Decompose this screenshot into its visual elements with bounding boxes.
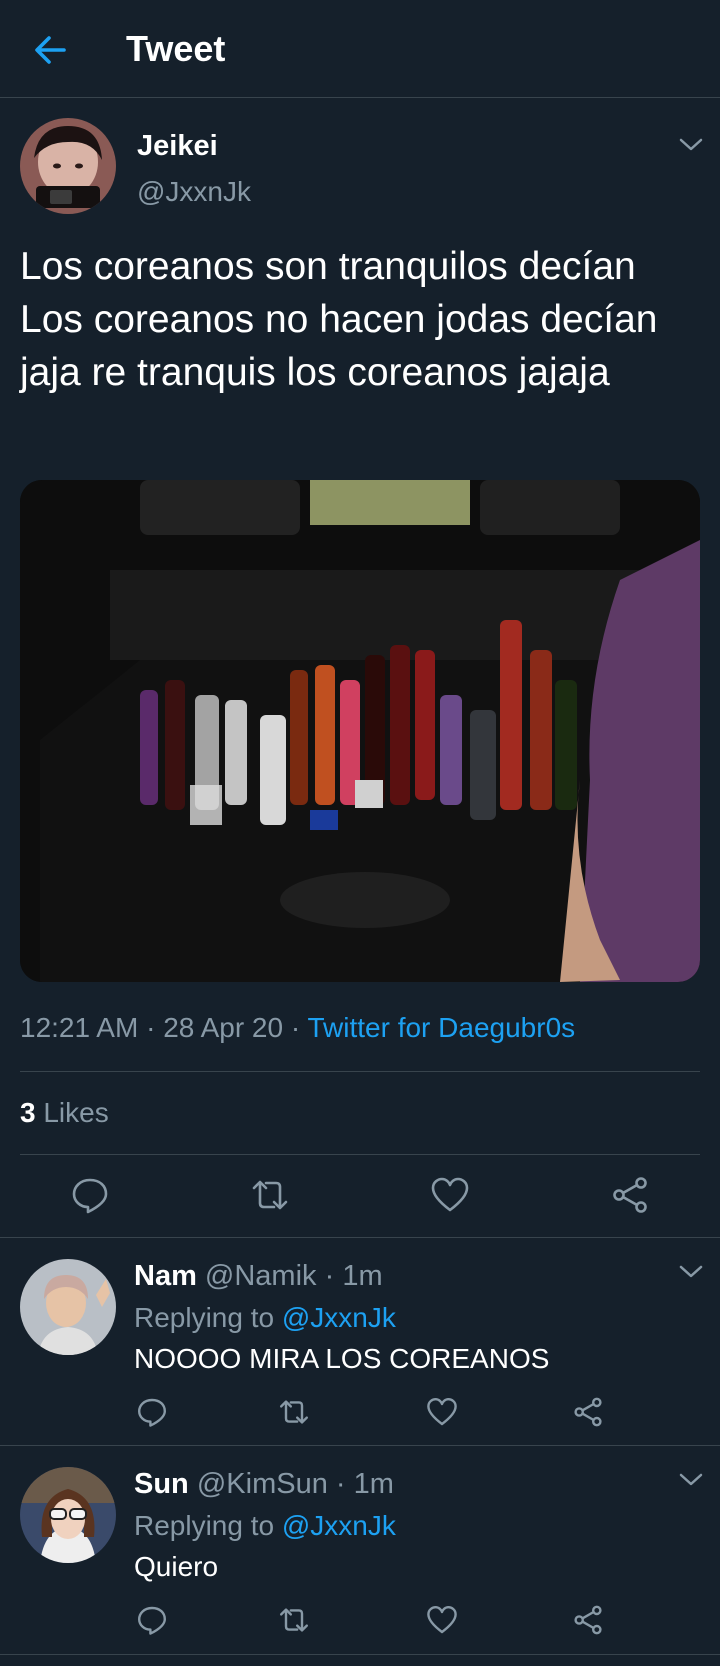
meta-separator: · [324,1260,343,1292]
retweet-icon[interactable] [278,1396,310,1428]
back-arrow-icon[interactable] [30,30,70,70]
chevron-down-icon[interactable] [678,136,704,154]
tweet-text: Los coreanos son tranquilos decían Los c… [20,245,658,394]
mention-link[interactable]: @JxxnJk [282,1510,396,1541]
reply-text: NOOOO MIRA LOS COREANOS [134,1343,550,1374]
replying-prefix: Replying to [134,1302,275,1333]
reply-author-handle[interactable]: @KimSun [197,1468,328,1500]
meta-separator: · [146,1012,164,1043]
reply-icon[interactable] [136,1604,168,1636]
replying-prefix: Replying to [134,1510,275,1541]
tweet-date: 28 Apr 20 [163,1012,284,1043]
tweet-source-link[interactable]: Twitter for Daegubr0s [307,1012,575,1043]
reply-header: Nam @Namik · 1m [134,1260,383,1293]
divider [20,1154,700,1155]
like-icon[interactable] [430,1175,470,1215]
share-icon[interactable] [572,1396,604,1428]
divider [0,1237,720,1238]
retweet-icon[interactable] [250,1175,290,1215]
reply-author-name[interactable]: Sun [134,1468,189,1500]
reply-age: 1m [342,1260,383,1292]
meta-separator: · [335,1468,354,1500]
replying-to: Replying to @JxxnJk [134,1510,396,1542]
tweet-photo[interactable] [20,480,700,982]
share-icon[interactable] [610,1175,650,1215]
reply-author-handle[interactable]: @Namik [205,1260,317,1292]
reply-icon[interactable] [70,1175,110,1215]
meta-separator: · [290,1012,308,1043]
divider [20,1071,700,1072]
likes-count: 3 [20,1097,36,1128]
top-bar: Tweet [0,0,720,98]
mention-link[interactable]: @JxxnJk [282,1302,396,1333]
page-title: Tweet [126,28,226,69]
reply-text: Quiero [134,1551,219,1582]
reply-icon[interactable] [136,1396,168,1428]
reply-age: 1m [353,1468,394,1500]
author-name[interactable]: Jeikei [137,130,218,163]
avatar[interactable] [20,1259,116,1355]
retweet-icon[interactable] [278,1604,310,1636]
divider [0,1445,720,1446]
chevron-down-icon[interactable] [678,1471,704,1489]
replying-to: Replying to @JxxnJk [134,1302,396,1334]
chevron-down-icon[interactable] [678,1263,704,1281]
divider [0,1654,720,1655]
reply-author-name[interactable]: Nam [134,1260,197,1292]
tweet-time: 12:21 AM [20,1012,139,1043]
share-icon[interactable] [572,1604,604,1636]
reply-header: Sun @KimSun · 1m [134,1468,394,1501]
like-icon[interactable] [426,1604,458,1636]
likes-stat[interactable]: 3 Likes [20,1097,109,1129]
like-icon[interactable] [426,1396,458,1428]
author-handle[interactable]: @JxxnJk [137,176,251,208]
tweet-meta: 12:21 AM · 28 Apr 20 · Twitter for Daegu… [20,1012,575,1044]
avatar[interactable] [20,1467,116,1563]
likes-label: Likes [43,1097,109,1128]
avatar[interactable] [20,118,116,214]
